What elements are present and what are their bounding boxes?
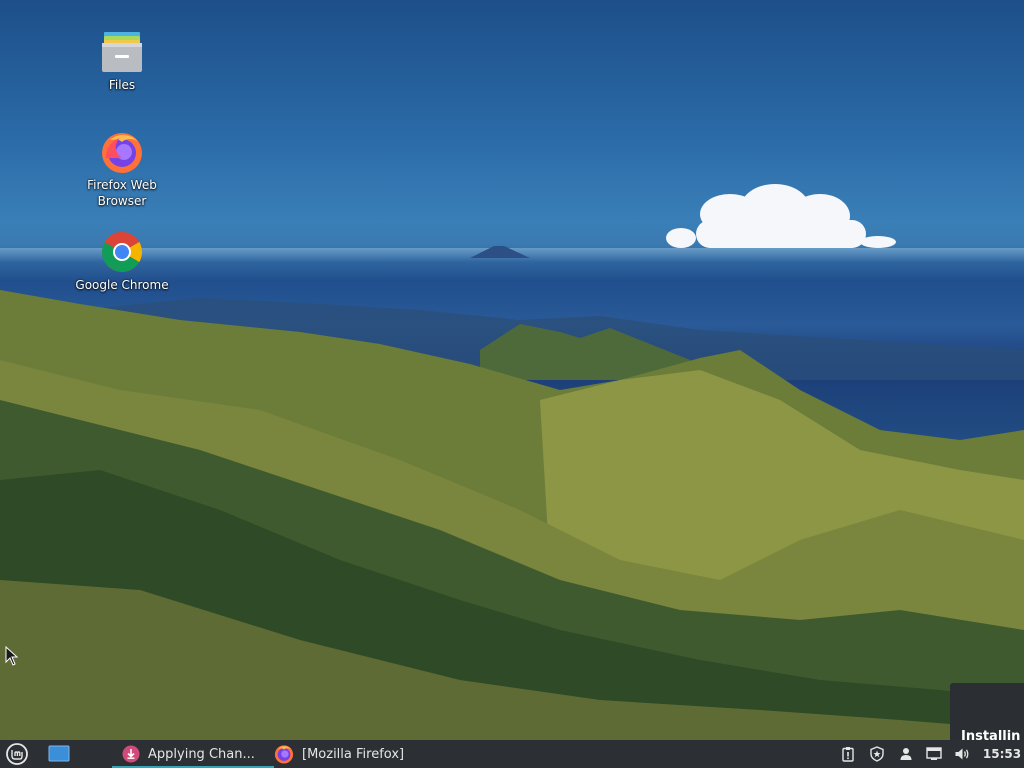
notification-popup[interactable]: Installin (950, 683, 1024, 740)
volume-icon[interactable] (954, 746, 970, 762)
taskbar: Applying Chan... [Mozilla Firefox] 15:53 (0, 740, 1024, 768)
desktop-icon-label: Firefox Web Browser (87, 178, 157, 208)
desktop-icon-chrome[interactable]: Google Chrome (74, 230, 170, 293)
network-icon[interactable] (926, 746, 942, 762)
clipboard-icon[interactable] (840, 746, 856, 762)
user-icon[interactable] (898, 746, 914, 762)
distant-volcano (470, 246, 530, 258)
notification-text: Installin (961, 729, 1021, 740)
desktop-icon-firefox[interactable]: Firefox Web Browser (74, 130, 170, 209)
firefox-icon (274, 745, 294, 764)
clock-time: 15:53 (982, 747, 1022, 761)
cloud-cluster (660, 180, 910, 260)
task-label: Applying Chan... (148, 746, 255, 762)
show-desktop-button[interactable] (48, 740, 74, 768)
shield-icon[interactable] (869, 746, 885, 762)
desktop-icon-files[interactable]: Files (74, 30, 170, 93)
linux-mint-menu-icon (6, 743, 28, 765)
files-folder-icon (100, 30, 144, 74)
desktop-wallpaper: Files Firefox Web Browser Google Chrome (0, 0, 1024, 740)
clock[interactable]: 15:53 (982, 740, 1022, 768)
mouse-pointer-icon (5, 646, 19, 666)
show-desktop-icon (48, 745, 70, 762)
hills (0, 290, 1024, 740)
task-label: [Mozilla Firefox] (302, 746, 405, 762)
task-mozilla-firefox[interactable]: [Mozilla Firefox] (264, 740, 426, 768)
desktop-icon-label: Google Chrome (75, 278, 169, 292)
desktop-icon-label: Files (108, 78, 136, 92)
update-manager-icon (122, 745, 140, 763)
chrome-icon (100, 230, 144, 274)
firefox-icon (100, 130, 144, 174)
menu-button[interactable] (6, 740, 34, 768)
task-applying-changes[interactable]: Applying Chan... (112, 740, 274, 768)
